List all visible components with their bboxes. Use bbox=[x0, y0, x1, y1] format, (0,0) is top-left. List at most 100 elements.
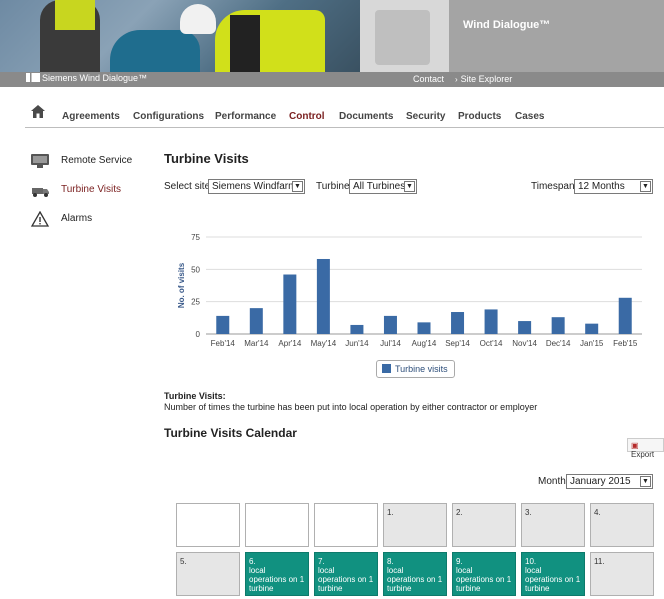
calendar-day[interactable]: 3. bbox=[521, 503, 585, 547]
x-tick-label: Aug'14 bbox=[412, 339, 437, 348]
x-tick-label: Dec'14 bbox=[546, 339, 571, 348]
description-title: Turbine Visits: bbox=[164, 391, 226, 401]
y-tick-label: 0 bbox=[196, 330, 201, 339]
chart-bar bbox=[316, 258, 330, 334]
header-banner: Wind Dialogue™ bbox=[0, 0, 664, 72]
chevron-down-icon: ▼ bbox=[640, 476, 651, 487]
y-tick-label: 25 bbox=[191, 298, 200, 307]
nav-item-cases[interactable]: Cases bbox=[515, 111, 544, 122]
turbine-label: Turbine bbox=[316, 181, 350, 192]
nav-item-agreements[interactable]: Agreements bbox=[62, 111, 120, 122]
chart-legend[interactable]: Turbine visits bbox=[376, 360, 455, 378]
x-tick-label: May'14 bbox=[311, 339, 337, 348]
x-tick-label: Feb'14 bbox=[211, 339, 236, 348]
sidebar-item-label: Remote Service bbox=[61, 155, 133, 166]
turbine-select-value: All Turbines bbox=[353, 181, 406, 192]
brand-label: Siemens Wind Dialogue™ bbox=[42, 73, 148, 83]
truck-icon bbox=[32, 188, 49, 197]
calendar-day-number: 9. bbox=[456, 557, 463, 566]
monitor-icon bbox=[31, 154, 49, 168]
site-explorer-link[interactable]: › Site Explorer bbox=[455, 74, 512, 84]
x-tick-label: Sep'14 bbox=[445, 339, 470, 348]
calendar-day-number: 10. bbox=[525, 557, 537, 566]
chart-bar bbox=[249, 308, 263, 334]
timespan-select-value: 12 Months bbox=[578, 181, 625, 192]
calendar-day[interactable]: 11. bbox=[590, 552, 654, 596]
calendar-day[interactable]: 9. local operations on 1 turbine bbox=[452, 552, 516, 596]
page-title: Turbine Visits bbox=[164, 151, 249, 166]
site-explorer-label: Site Explorer bbox=[460, 74, 513, 84]
sidebar-item-label: Alarms bbox=[61, 213, 93, 224]
chevron-right-icon: › bbox=[455, 75, 458, 84]
calendar-day-number: 1. bbox=[387, 508, 394, 517]
chart-bar bbox=[551, 317, 565, 334]
calendar-day-number: 6. bbox=[249, 557, 256, 566]
chevron-down-icon: ▼ bbox=[404, 181, 415, 192]
calendar-day-number: 11. bbox=[594, 557, 605, 566]
export-label: Export bbox=[631, 450, 655, 459]
nav-item-security[interactable]: Security bbox=[406, 111, 445, 122]
calendar-day-number: 8. bbox=[387, 557, 394, 566]
calendar-day[interactable]: 7. local operations on 1 turbine bbox=[314, 552, 378, 596]
chart-bar bbox=[518, 321, 532, 334]
timespan-label: Timespan bbox=[531, 181, 575, 192]
month-select[interactable]: January 2015 ▼ bbox=[566, 474, 653, 489]
calendar-title: Turbine Visits Calendar bbox=[164, 426, 297, 440]
turbine-select[interactable]: All Turbines ▼ bbox=[349, 179, 417, 194]
calendar-day-note: local operations on 1 turbine bbox=[387, 566, 443, 593]
nav-item-control[interactable]: Control bbox=[289, 111, 325, 122]
calendar-day[interactable]: 8. local operations on 1 turbine bbox=[383, 552, 447, 596]
chart-bar bbox=[216, 315, 230, 334]
calendar-day[interactable] bbox=[314, 503, 378, 547]
calendar-day[interactable]: 6. local operations on 1 turbine bbox=[245, 552, 309, 596]
sub-header-bar: Siemens Wind Dialogue™ Contact › Site Exp… bbox=[0, 72, 664, 87]
calendar-day[interactable]: 5. bbox=[176, 552, 240, 596]
calendar-day[interactable]: 4. bbox=[590, 503, 654, 547]
calendar-day-note: local operations on 1 turbine bbox=[249, 566, 305, 593]
x-tick-label: Mar'14 bbox=[244, 339, 269, 348]
export-button[interactable]: ▣ Export bbox=[627, 438, 664, 459]
home-icon[interactable] bbox=[30, 104, 46, 119]
x-tick-label: Jan'15 bbox=[580, 339, 604, 348]
chart-bar bbox=[618, 297, 632, 334]
site-select[interactable]: Siemens Windfarm ▼ bbox=[208, 179, 305, 194]
nav-item-products[interactable]: Products bbox=[458, 111, 501, 122]
contact-link[interactable]: Contact bbox=[413, 74, 444, 84]
x-tick-label: Jun'14 bbox=[345, 339, 369, 348]
y-tick-label: 50 bbox=[191, 265, 200, 274]
y-axis-label: No. of visits bbox=[177, 262, 186, 308]
legend-swatch bbox=[382, 364, 391, 373]
calendar-day-number: 4. bbox=[594, 508, 601, 517]
site-select-value: Siemens Windfarm bbox=[212, 181, 297, 192]
brand[interactable]: Siemens Wind Dialogue™ bbox=[26, 73, 147, 83]
calendar-day-number: 3. bbox=[525, 508, 532, 517]
calendar-day[interactable] bbox=[245, 503, 309, 547]
calendar-day-number: 7. bbox=[318, 557, 325, 566]
header-photo bbox=[0, 0, 449, 72]
timespan-select[interactable]: 12 Months ▼ bbox=[574, 179, 653, 194]
calendar-day[interactable] bbox=[176, 503, 240, 547]
siemens-logo-icon bbox=[26, 73, 40, 82]
nav-item-performance[interactable]: Performance bbox=[215, 111, 276, 122]
calendar-day-note: local operations on 1 turbine bbox=[456, 566, 512, 593]
calendar-day-note: local operations on 1 turbine bbox=[525, 566, 581, 593]
x-tick-label: Nov'14 bbox=[512, 339, 537, 348]
x-tick-label: Jul'14 bbox=[380, 339, 401, 348]
nav-item-documents[interactable]: Documents bbox=[339, 111, 393, 122]
sidebar-item-label: Turbine Visits bbox=[61, 184, 122, 195]
legend-label: Turbine visits bbox=[395, 364, 448, 374]
turbine-visits-chart: 0 25 50 75 No. of visits Feb'14 Mar'14 Apr'14 Ma… bbox=[177, 233, 642, 348]
calendar-day[interactable]: 1. bbox=[383, 503, 447, 547]
calendar-day-note: local operations on 1 turbine bbox=[318, 566, 374, 593]
x-tick-label: Feb'15 bbox=[613, 339, 638, 348]
chart-bar bbox=[585, 323, 599, 334]
calendar-day-number: 2. bbox=[456, 508, 463, 517]
nav-item-configurations[interactable]: Configurations bbox=[133, 111, 204, 122]
month-select-value: January 2015 bbox=[570, 476, 631, 487]
chart-bar bbox=[350, 324, 364, 334]
calendar-day[interactable]: 10. local operations on 1 turbine bbox=[521, 552, 585, 596]
app-title: Wind Dialogue™ bbox=[449, 0, 664, 72]
calendar-day[interactable]: 2. bbox=[452, 503, 516, 547]
excel-icon: ▣ bbox=[631, 441, 639, 450]
chart-bar bbox=[417, 322, 431, 334]
